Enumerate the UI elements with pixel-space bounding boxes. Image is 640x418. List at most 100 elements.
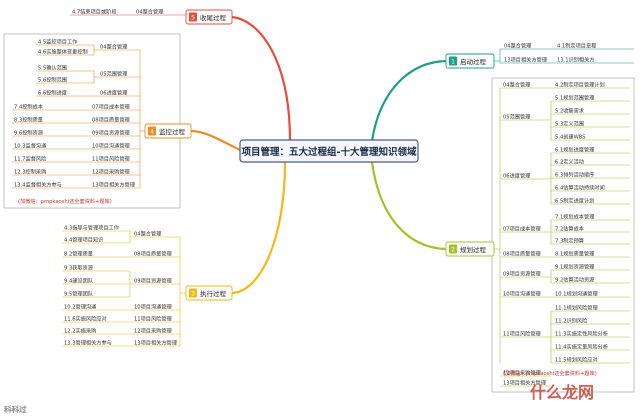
planning-process: 5.4创建WBS — [555, 132, 586, 140]
planning-area: 10项目沟通管理 — [503, 289, 542, 297]
planning-process: 11.3实施定性风险分析 — [555, 329, 608, 337]
monitoring-row-area: 10项目沟通管理 — [92, 141, 131, 149]
monitoring-area: 05范围管理 — [100, 69, 128, 77]
monitoring-branch-curve — [189, 129, 242, 152]
node-labels: 4.7结束项目或阶段 04整合管理 04整合管理 4.1制定项目章程 13项目相关方管理… — [14, 8, 608, 387]
monitoring-row-area: 08项目质量管理 — [92, 115, 131, 123]
monitoring-row-process: 8.3控制质量 — [14, 115, 43, 123]
closing-process: 4.7结束项目或阶段 — [72, 8, 117, 16]
executing-process: 9.5管理团队 — [64, 289, 94, 297]
planning-process: 7.1规划成本管理 — [555, 212, 595, 220]
initiating-label: 启动过程 — [460, 57, 487, 66]
watermark-text: 什么龙网 — [530, 383, 594, 402]
executing-process: 13.3管理相关方参与 — [64, 338, 112, 346]
planning-note: (加微信：pmpkaoshi还全套资料+题库) — [503, 369, 597, 377]
monitoring-row-process: 13.4监督相关方参与 — [14, 180, 62, 188]
planning-area: 09项目资源管理 — [503, 269, 542, 277]
monitoring-row-area: 13项目相关方管理 — [92, 180, 136, 188]
planning-area: 06进度管理 — [503, 171, 531, 179]
planning-process: 10.1规划沟通管理 — [555, 289, 598, 297]
monitoring-process: 5.6控制范围 — [38, 75, 67, 83]
executing-process: 4.4管理项目知识 — [64, 235, 103, 243]
central-topic-title: 项目管理：五大过程组-十大管理知识领域 — [242, 146, 417, 158]
planning-process: 11.2识别风险 — [555, 316, 588, 324]
initiating-process: 4.1制定项目章程 — [557, 41, 596, 49]
monitoring-number: 4 — [150, 128, 154, 135]
planning-process: 6.3排列活动顺序 — [555, 170, 594, 178]
planning-process: 5.2收集需求 — [555, 106, 585, 114]
branch-monitoring[interactable]: 4 监控过程 — [144, 123, 192, 139]
executing-process: 10.2管理沟通 — [64, 302, 97, 310]
planning-area: 07项目成本管理 — [503, 224, 542, 232]
planning-process: 11.5规划风险应对 — [555, 355, 598, 363]
planning-process: 7.3制定预算 — [555, 236, 584, 244]
initiating-branch-curve — [370, 59, 448, 143]
closing-area: 04整合管理 — [136, 8, 164, 16]
executing-area: 13项目相关方管理 — [134, 338, 178, 346]
executing-process: 12.2实施采购 — [64, 326, 96, 334]
monitoring-row-area: 09项目资源管理 — [92, 128, 131, 136]
planning-process: 6.5制定进度计划 — [555, 196, 594, 204]
planning-number: 2 — [451, 246, 455, 253]
closing-branch-curve — [230, 15, 292, 143]
executing-area: 11项目风险管理 — [134, 314, 173, 322]
executing-area: 08项目质量管理 — [134, 249, 173, 257]
mindmap-canvas: 4.7结束项目或阶段 04整合管理 04整合管理 4.1制定项目章程 13项目相关方管理… — [3, 8, 635, 414]
central-topic[interactable]: 项目管理：五大过程组-十大管理知识领域 — [239, 139, 419, 163]
closing-label: 收尾过程 — [200, 13, 227, 22]
executing-area: 10项目沟通管理 — [134, 302, 173, 310]
executing-process: 11.6实施风险应对 — [64, 314, 107, 322]
monitoring-area: 06进度管理 — [100, 88, 128, 96]
monitoring-process: 5.5确认范围 — [38, 63, 67, 71]
monitoring-label: 监控过程 — [159, 127, 186, 136]
monitoring-row-area: 07项目成本管理 — [92, 102, 131, 110]
branch-closing[interactable]: 5 收尾过程 — [185, 9, 233, 25]
planning-process: 9.1规划资源管理 — [555, 262, 595, 270]
executing-process: 9.3获取资源 — [64, 263, 94, 271]
executing-branch-curve — [230, 160, 287, 295]
monitoring-process: 6.6控制进度 — [38, 88, 67, 96]
monitoring-note: (加微信：pmpkaoshi还全套资料+题库) — [18, 197, 112, 205]
planning-label: 规划过程 — [460, 245, 487, 254]
planning-process: 6.1规划进度管理 — [555, 145, 595, 153]
monitoring-row-process: 10.3监督沟通 — [14, 141, 47, 149]
monitoring-row-area: 12项目采购管理 — [92, 167, 131, 175]
footer-label: 科科过 — [4, 404, 27, 414]
planning-process: 5.3定义范围 — [555, 119, 584, 127]
planning-process: 7.2估算成本 — [555, 224, 584, 232]
planning-area: 11项目风险管理 — [503, 329, 542, 337]
branch-planning[interactable]: 2 规划过程 — [445, 241, 495, 257]
branch-initiating[interactable]: 1 启动过程 — [445, 53, 495, 69]
planning-process: 5.1规划范围管理 — [555, 93, 595, 101]
executing-process: 4.3指导与管理项目工作 — [64, 223, 119, 231]
initiating-area: 04整合管理 — [504, 41, 532, 49]
initiating-number: 1 — [451, 58, 455, 65]
planning-process: 8.1规划质量管理 — [555, 249, 595, 257]
planning-area: 05范围管理 — [503, 112, 531, 120]
executing-area: 04整合管理 — [134, 229, 162, 237]
branch-executing[interactable]: 3 执行过程 — [185, 285, 233, 301]
monitoring-row-process: 7.4控制成本 — [14, 102, 43, 110]
planning-process: 9.2估算活动资源 — [555, 275, 595, 283]
monitoring-process: 4.5监控项目工作 — [38, 37, 77, 45]
monitoring-row-process: 12.3控制采购 — [14, 167, 46, 175]
planning-branch-curve — [370, 160, 448, 251]
closing-number: 5 — [191, 14, 195, 21]
planning-area: 04整合管理 — [503, 80, 531, 88]
executing-process: 8.2管理质量 — [64, 249, 93, 257]
planning-process: 6.4估算活动持续时间 — [555, 183, 605, 191]
monitoring-row-area: 11项目风险管理 — [92, 154, 131, 162]
monitoring-row-process: 11.7监督风险 — [14, 154, 47, 162]
executing-area: 09项目资源管理 — [134, 276, 173, 284]
executing-label: 执行过程 — [200, 289, 227, 298]
monitoring-row-process: 9.6控制资源 — [14, 128, 44, 136]
executing-number: 3 — [191, 290, 195, 297]
executing-process: 9.4建设团队 — [64, 276, 94, 284]
planning-process: 4.2制定项目管理计划 — [555, 80, 605, 88]
initiating-area: 13项目相关方管理 — [504, 55, 548, 63]
executing-area: 12项目采购管理 — [134, 326, 173, 334]
initiating-process: 13.1识别相关方 — [557, 55, 595, 63]
planning-process: 6.2定义活动 — [555, 157, 584, 165]
monitoring-area: 04整合管理 — [100, 42, 128, 50]
planning-process: 11.4实施定量风险分析 — [555, 342, 608, 350]
